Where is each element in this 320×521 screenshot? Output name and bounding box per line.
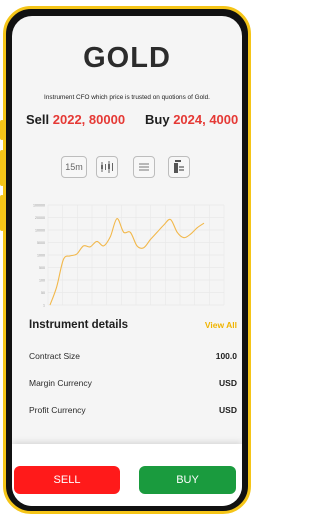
sell-price-value: 2022, 80000 — [52, 112, 126, 127]
price-chart[interactable]: 100000 20000 10000 5000 1000 500 100 50 1 — [26, 199, 226, 309]
y-tick-label: 20000 — [35, 216, 45, 220]
price-series-line — [49, 218, 205, 306]
candlestick-button[interactable] — [96, 156, 118, 178]
y-tick-label: 50 — [41, 291, 45, 295]
app-screen: GOLD Instrument CFO which price is trust… — [12, 16, 242, 506]
detail-row-contract-size: Contract Size 100.0 — [29, 351, 237, 365]
y-tick-label: 1000 — [37, 254, 45, 258]
y-tick-label: 10000 — [35, 229, 45, 233]
sell-price-label: Sell — [26, 112, 50, 127]
timeframe-label: 15m — [65, 162, 83, 172]
buy-button[interactable]: BUY — [139, 466, 236, 494]
y-tick-label: 100000 — [33, 204, 45, 208]
sell-button[interactable]: SELL — [14, 466, 120, 494]
y-tick-label: 1 — [43, 304, 45, 308]
instrument-description: Instrument CFO which price is trusted on… — [44, 94, 210, 101]
instrument-details-header: Instrument details View All — [29, 319, 237, 335]
detail-label: Margin Currency — [29, 378, 92, 388]
list-button[interactable] — [133, 156, 155, 178]
detail-row-profit-currency: Profit Currency USD — [29, 405, 237, 419]
detail-value: USD — [219, 378, 237, 388]
side-button — [0, 120, 4, 140]
instrument-title: GOLD — [83, 42, 171, 74]
y-tick-label: 500 — [39, 266, 45, 270]
buy-price-label: Buy — [145, 112, 170, 127]
chart-toolbar: 15m — [12, 156, 242, 186]
y-tick-label: 5000 — [37, 241, 45, 245]
instrument-details-title: Instrument details — [29, 319, 129, 331]
side-button — [0, 195, 4, 231]
list-icon — [139, 163, 149, 171]
candlestick-icon — [101, 161, 113, 173]
detail-row-margin-currency: Margin Currency USD — [29, 378, 237, 392]
price-chart-svg: 100000 20000 10000 5000 1000 500 100 50 1 — [33, 204, 225, 308]
view-all-link[interactable]: View All — [205, 320, 237, 330]
buy-price-value: 2024, 4000 — [173, 112, 239, 127]
timeframe-button[interactable]: 15m — [61, 156, 87, 178]
price-row: Sell 2022, 80000 Buy 2024, 4000 — [26, 112, 239, 127]
detail-label: Contract Size — [29, 351, 81, 361]
detail-value: 100.0 — [215, 351, 237, 361]
indicator-button[interactable] — [168, 156, 190, 178]
detail-label: Profit Currency — [29, 405, 86, 415]
side-button — [0, 150, 4, 186]
action-bar: SELL BUY — [12, 444, 242, 506]
detail-value: USD — [219, 405, 237, 415]
y-tick-label: 100 — [39, 279, 45, 283]
indicator-icon — [174, 160, 184, 173]
